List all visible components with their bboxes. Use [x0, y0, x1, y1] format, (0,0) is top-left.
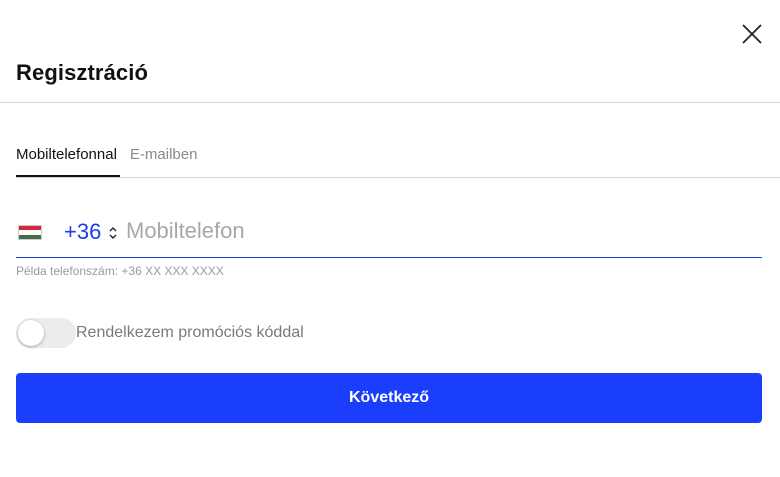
promo-code-label: Rendelkezem promóciós kóddal [76, 324, 304, 341]
registration-tabs: Mobiltelefonnal E-mailben [16, 138, 197, 178]
close-icon [742, 24, 762, 44]
phone-input[interactable] [126, 214, 746, 248]
close-button[interactable] [740, 22, 764, 46]
promo-code-row: Rendelkezem promóciós kóddal [16, 318, 304, 348]
header-divider [0, 102, 780, 103]
tab-mobile[interactable]: Mobiltelefonnal [16, 138, 120, 178]
toggle-knob [18, 320, 44, 346]
promo-code-toggle[interactable] [16, 318, 76, 348]
tab-email[interactable]: E-mailben [130, 138, 198, 178]
tabs-divider [16, 177, 780, 178]
next-button[interactable]: Következő [16, 373, 762, 423]
country-code-select[interactable]: +36 [64, 219, 101, 245]
chevron-up-down-icon[interactable] [108, 225, 118, 241]
hungary-flag-icon [18, 225, 42, 240]
phone-hint: Példa telefonszám: +36 XX XXX XXXX [16, 264, 224, 278]
page-title: Regisztráció [16, 60, 149, 85]
phone-field: +36 [16, 208, 762, 258]
